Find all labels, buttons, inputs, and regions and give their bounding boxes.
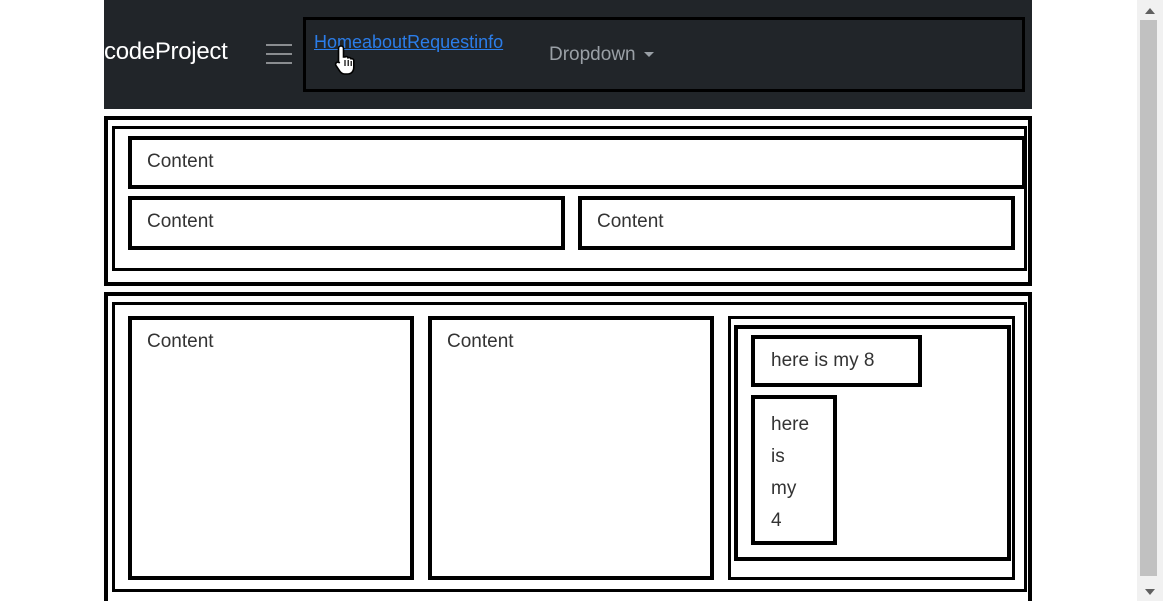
content-text: Content (147, 151, 214, 172)
dropdown-label: Dropdown (549, 44, 636, 65)
nested-4-word: is (771, 446, 785, 467)
container-row-2: Content Content here is my 8 here is my … (104, 292, 1032, 601)
row-wrapper: Content Content Content (112, 126, 1027, 271)
container-row-1: Content Content Content (104, 116, 1032, 286)
content-column-1: Content (128, 316, 414, 580)
dropdown-toggle[interactable]: Dropdown (549, 44, 654, 66)
nav-link-info[interactable]: info (474, 32, 503, 52)
nested-col-4: here is my 4 (751, 395, 837, 545)
navbar-brand[interactable]: codeProject (104, 38, 228, 66)
hamburger-menu-icon[interactable] (264, 40, 294, 68)
vertical-scrollbar[interactable] (1137, 0, 1163, 601)
nested-col-8: here is my 8 (751, 335, 922, 387)
content-column-2: Content (428, 316, 714, 580)
content-box-half-right: Content (578, 196, 1015, 250)
hand-pointer-cursor-icon (334, 45, 355, 75)
nested-8-text: here is my 8 (771, 350, 875, 371)
content-text: Content (447, 331, 514, 352)
scrollbar-thumb[interactable] (1140, 20, 1157, 576)
nested-column-container: here is my 8 here is my 4 (728, 316, 1015, 580)
navbar-collapse: HomeaboutRequestinfo Dropdown (303, 17, 1025, 92)
nested-4-word: 4 (771, 510, 782, 531)
nav-link-request[interactable]: Request (407, 32, 474, 52)
content-text: Content (147, 211, 214, 232)
scroll-up-arrow-icon[interactable] (1145, 8, 1155, 14)
nested-4-text: here is my 4 (771, 409, 809, 537)
nested-row: here is my 8 here is my 4 (734, 325, 1011, 561)
nested-4-word: here (771, 414, 810, 435)
caret-down-icon (643, 52, 654, 58)
content-text: Content (597, 211, 664, 232)
page: codeProject HomeaboutRequestinfo Dropdow… (104, 0, 1032, 601)
row-wrapper: Content Content here is my 8 here is my … (112, 302, 1027, 592)
scroll-down-arrow-icon[interactable] (1145, 589, 1155, 595)
nested-4-word: my (771, 478, 797, 499)
navbar: codeProject HomeaboutRequestinfo Dropdow… (104, 0, 1032, 109)
content-box-full: Content (128, 136, 1026, 189)
content-box-half-left: Content (128, 196, 565, 250)
content-text: Content (147, 331, 214, 352)
nav-link-about[interactable]: about (362, 32, 407, 52)
